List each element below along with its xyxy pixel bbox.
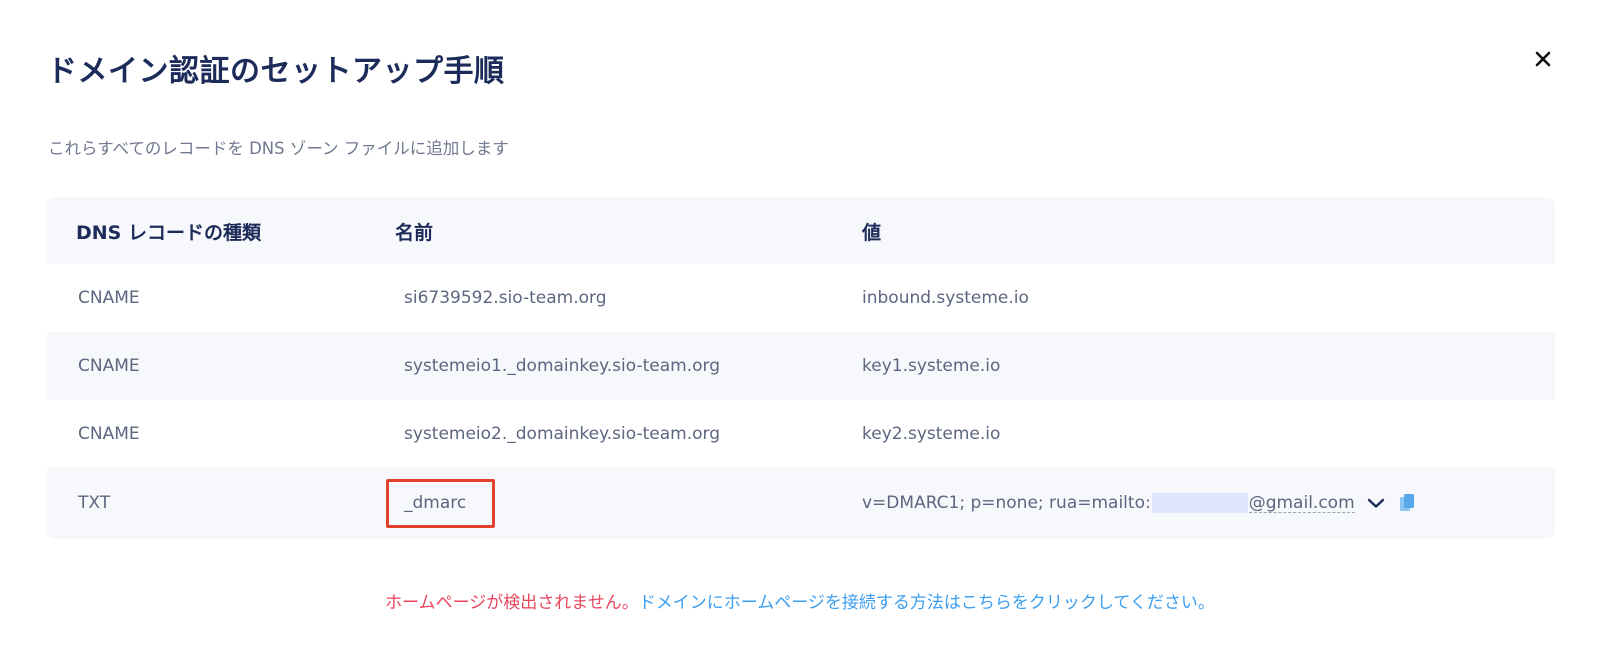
record-type: CNAME	[78, 424, 140, 444]
domain-auth-modal: ドメイン認証のセットアップ手順 これらすべてのレコードを DNS ゾーン ファイ…	[0, 0, 1600, 664]
record-type: CNAME	[78, 356, 140, 376]
modal-title: ドメイン認証のセットアップ手順	[47, 54, 505, 89]
record-type: TXT	[78, 493, 111, 513]
header-record-type: DNS レコードの種類	[76, 222, 261, 244]
record-name: si6739592.sio-team.org	[404, 288, 607, 308]
dmarc-value-prefix: v=DMARC1; p=none; rua=mailto:	[862, 493, 1151, 513]
copy-value-button[interactable]	[1399, 493, 1415, 513]
record-value: inbound.systeme.io	[862, 288, 1029, 308]
connect-homepage-link[interactable]: ドメインにホームページを接続する方法はこちらをクリックしてください。	[639, 593, 1215, 613]
homepage-not-detected-warning: ホームページが検出されません。	[385, 593, 639, 613]
footer-message: ホームページが検出されません。ドメインにホームページを接続する方法はこちらをクリ…	[0, 588, 1600, 613]
record-name: systemeio2._domainkey.sio-team.org	[404, 424, 720, 444]
modal-subtitle: これらすべてのレコードを DNS ゾーン ファイルに追加します	[48, 139, 509, 158]
dns-records-table: DNS レコードの種類 名前 値 CNAME si6739592.sio-tea…	[47, 197, 1555, 539]
copy-icon	[1399, 494, 1414, 511]
record-type: CNAME	[78, 288, 140, 308]
table-header: DNS レコードの種類 名前 値	[47, 197, 1555, 264]
table-row: CNAME systemeio1._domainkey.sio-team.org…	[47, 332, 1555, 400]
table-row: CNAME systemeio2._domainkey.sio-team.org…	[47, 400, 1555, 468]
record-name: _dmarc	[404, 493, 467, 513]
record-name: systemeio1._domainkey.sio-team.org	[404, 356, 720, 376]
chevron-down-icon	[1367, 498, 1384, 508]
dmarc-value-email-domain[interactable]: @gmail.com	[1248, 494, 1355, 513]
expand-value-button[interactable]	[1367, 497, 1385, 509]
header-name: 名前	[395, 222, 434, 244]
record-value: v=DMARC1; p=none; rua=mailto: @gmail.com	[862, 493, 1415, 513]
record-value: key2.systeme.io	[862, 424, 1001, 444]
table-row: CNAME si6739592.sio-team.org inbound.sys…	[47, 264, 1555, 332]
redacted-email-user	[1151, 493, 1248, 513]
close-icon	[1535, 51, 1551, 67]
close-button[interactable]	[1528, 44, 1558, 74]
record-value: key1.systeme.io	[862, 356, 1001, 376]
header-value: 値	[862, 222, 882, 244]
table-row: TXT _dmarc v=DMARC1; p=none; rua=mailto:…	[47, 467, 1555, 539]
